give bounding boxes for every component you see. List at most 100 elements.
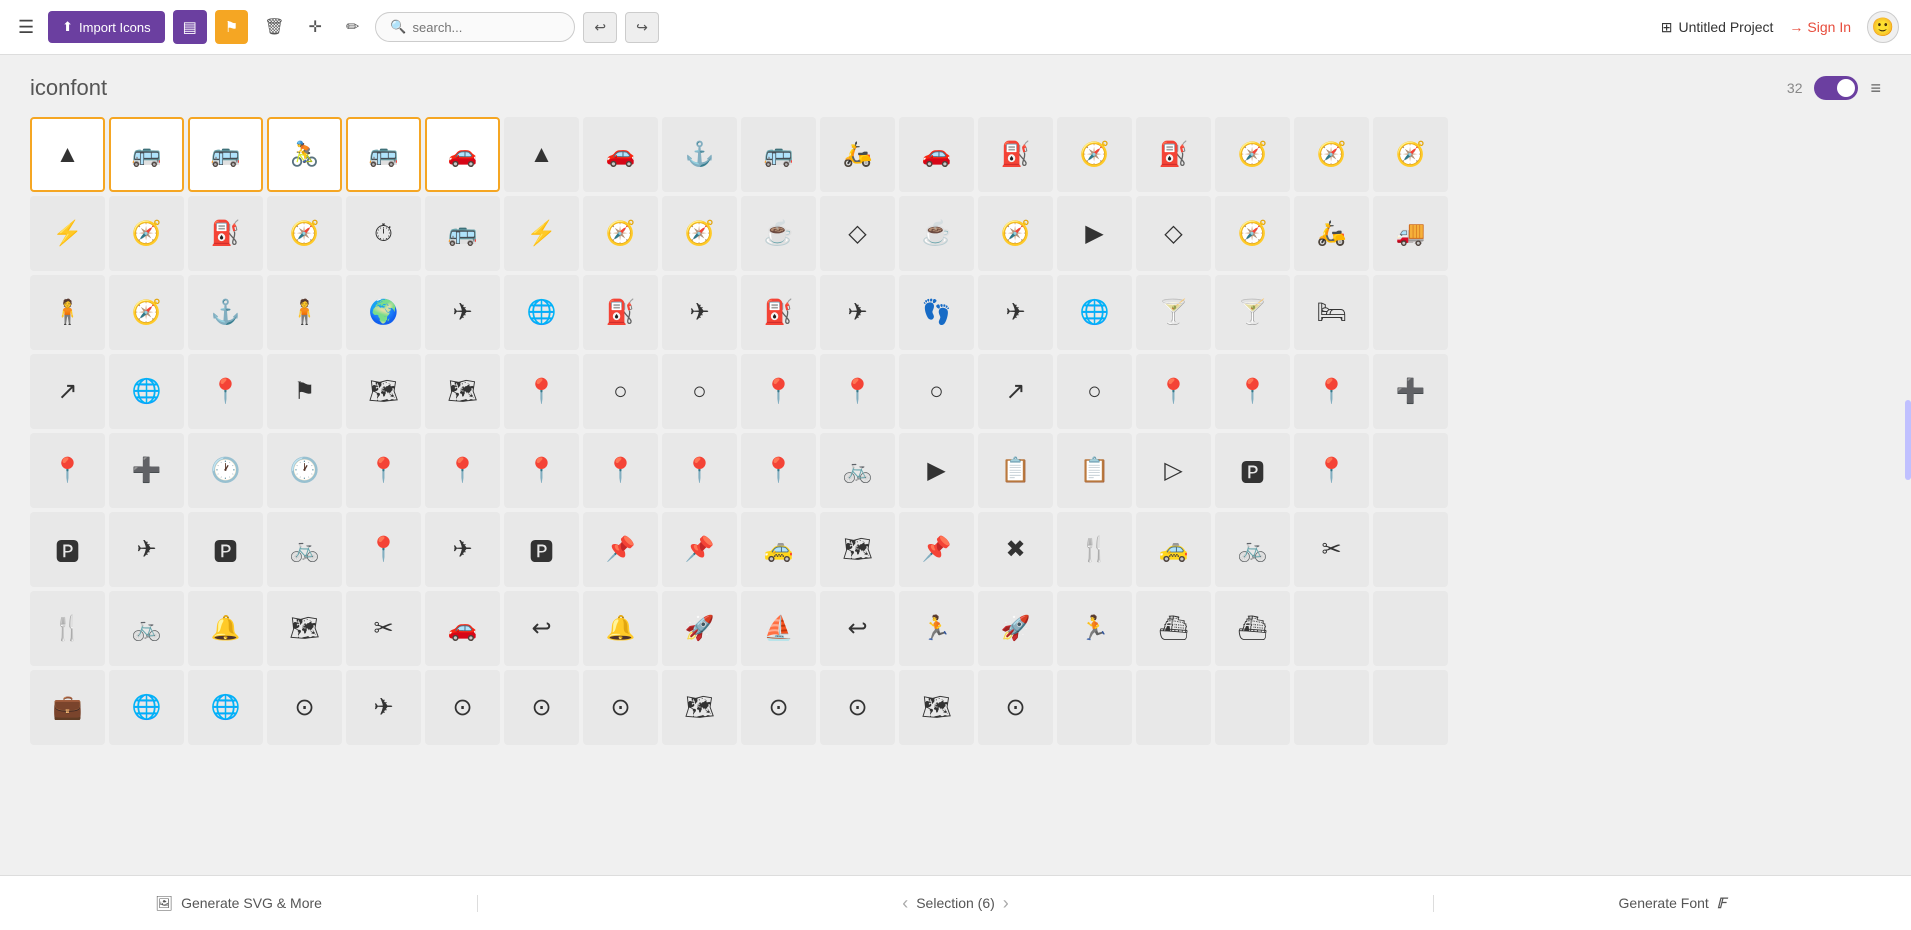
icon-cell[interactable]: ✈	[662, 275, 737, 350]
icon-cell[interactable]: 🚲	[109, 591, 184, 666]
icon-cell[interactable]: 🏃	[899, 591, 974, 666]
icon-cell[interactable]: 🚗	[425, 117, 500, 192]
icon-cell[interactable]: ⚓	[662, 117, 737, 192]
icon-cell[interactable]: ⊙	[267, 670, 342, 745]
edit-button[interactable]: ✏	[338, 11, 367, 43]
icon-cell[interactable]: ⚓	[188, 275, 263, 350]
icon-cell[interactable]: 🧭	[109, 196, 184, 271]
icon-cell[interactable]: 🧭	[1294, 117, 1369, 192]
icon-cell[interactable]: 🚌	[741, 117, 816, 192]
icon-cell[interactable]: 📍	[425, 433, 500, 508]
icon-cell[interactable]: 🧭	[1057, 117, 1132, 192]
icon-cell[interactable]: 🕐	[267, 433, 342, 508]
next-chevron[interactable]: ›	[1003, 893, 1009, 914]
icon-cell[interactable]: ✈	[425, 512, 500, 587]
icon-cell[interactable]: 🧭	[1373, 117, 1448, 192]
icon-cell[interactable]: ↗	[978, 354, 1053, 429]
prev-chevron[interactable]: ‹	[902, 893, 908, 914]
icon-cell[interactable]: 🚲	[267, 512, 342, 587]
icon-cell[interactable]: 🧭	[978, 196, 1053, 271]
icon-cell[interactable]	[1294, 670, 1369, 745]
scrollbar[interactable]	[1905, 400, 1911, 480]
icon-cell[interactable]: ⊙	[583, 670, 658, 745]
icon-cell[interactable]: ○	[1057, 354, 1132, 429]
icon-cell[interactable]: 🗺	[425, 354, 500, 429]
move-button[interactable]: ✛	[301, 11, 330, 43]
icon-cell[interactable]: 🛵	[820, 117, 895, 192]
icon-cell[interactable]: 📍	[741, 354, 816, 429]
icon-cell[interactable]: 🚌	[425, 196, 500, 271]
flag-button[interactable]: ⚑	[215, 10, 248, 44]
icon-cell[interactable]	[1373, 433, 1448, 508]
icon-cell[interactable]: 🗺	[267, 591, 342, 666]
icon-cell[interactable]: ○	[583, 354, 658, 429]
icon-cell[interactable]: 🚚	[1373, 196, 1448, 271]
icon-cell[interactable]: 📌	[662, 512, 737, 587]
icon-cell[interactable]: ⚑	[267, 354, 342, 429]
view-menu-button[interactable]: ≡	[1870, 78, 1881, 99]
icon-cell[interactable]: 🚌	[188, 117, 263, 192]
view-toggle[interactable]	[1814, 76, 1858, 100]
icon-cell[interactable]: ↩	[820, 591, 895, 666]
icon-cell[interactable]: ⊙	[425, 670, 500, 745]
icon-cell[interactable]: ⊙	[978, 670, 1053, 745]
icon-cell[interactable]: 📍	[188, 354, 263, 429]
icon-cell[interactable]	[1373, 591, 1448, 666]
icon-cell[interactable]	[1057, 670, 1132, 745]
icon-cell[interactable]: ◇	[820, 196, 895, 271]
icon-cell[interactable]: ▷	[1136, 433, 1211, 508]
icon-cell[interactable]: 📍	[1136, 354, 1211, 429]
icon-cell[interactable]: ▲	[30, 117, 105, 192]
icon-cell[interactable]: 📍	[346, 433, 421, 508]
icon-cell[interactable]: 🚌	[109, 117, 184, 192]
icon-cell[interactable]: ✂	[346, 591, 421, 666]
icon-cell[interactable]: 🍴	[1057, 512, 1132, 587]
icon-cell[interactable]: ⛽	[978, 117, 1053, 192]
icon-cell[interactable]: ↗	[30, 354, 105, 429]
icon-cell[interactable]: ⛽	[741, 275, 816, 350]
icon-cell[interactable]	[1136, 670, 1211, 745]
icon-cell[interactable]: ⛵	[741, 591, 816, 666]
icon-cell[interactable]: 🍸	[1136, 275, 1211, 350]
icon-cell[interactable]: ◇	[1136, 196, 1211, 271]
generate-font-section[interactable]: Generate Font 𝔽	[1433, 895, 1911, 912]
icon-cell[interactable]: ▶	[1057, 196, 1132, 271]
icon-cell[interactable]: 🚴	[267, 117, 342, 192]
icon-cell[interactable]: ✈	[109, 512, 184, 587]
icon-cell[interactable]: 🏃	[1057, 591, 1132, 666]
icon-cell[interactable]: ⛴	[1136, 591, 1211, 666]
book-button[interactable]: ▤	[173, 10, 207, 44]
icon-cell[interactable]: 📍	[1215, 354, 1290, 429]
icon-cell[interactable]: 🅿	[188, 512, 263, 587]
icon-cell[interactable]: 🚗	[583, 117, 658, 192]
icon-cell[interactable]	[1215, 670, 1290, 745]
icon-cell[interactable]: 📍	[1294, 354, 1369, 429]
icon-cell[interactable]: 🗺	[820, 512, 895, 587]
icon-cell[interactable]: 🌐	[188, 670, 263, 745]
icon-cell[interactable]: 📍	[346, 512, 421, 587]
icon-cell[interactable]: 🛵	[1294, 196, 1369, 271]
icon-cell[interactable]: 📍	[504, 433, 579, 508]
icon-cell[interactable]: 🧍	[267, 275, 342, 350]
icon-cell[interactable]: 🧭	[267, 196, 342, 271]
icon-cell[interactable]: 🗺	[899, 670, 974, 745]
icon-cell[interactable]: 📌	[899, 512, 974, 587]
icon-cell[interactable]: ⊙	[741, 670, 816, 745]
icon-cell[interactable]: 🗺	[662, 670, 737, 745]
icon-cell[interactable]: ⚡	[30, 196, 105, 271]
icon-cell[interactable]: ⚡	[504, 196, 579, 271]
icon-cell[interactable]	[1373, 670, 1448, 745]
icon-cell[interactable]	[1373, 275, 1448, 350]
icon-cell[interactable]: 🚀	[978, 591, 1053, 666]
icon-cell[interactable]: ○	[899, 354, 974, 429]
icon-cell[interactable]: 👣	[899, 275, 974, 350]
icon-cell[interactable]: 🚕	[1136, 512, 1211, 587]
icon-cell[interactable]: 🌐	[504, 275, 579, 350]
icon-cell[interactable]: ⊙	[820, 670, 895, 745]
icon-cell[interactable]: 🅿	[1215, 433, 1290, 508]
icon-cell[interactable]: 🧭	[662, 196, 737, 271]
icon-cell[interactable]: 📋	[978, 433, 1053, 508]
icon-cell[interactable]: 🧭	[1215, 196, 1290, 271]
icon-cell[interactable]: ▲	[504, 117, 579, 192]
icon-cell[interactable]: 🚀	[662, 591, 737, 666]
